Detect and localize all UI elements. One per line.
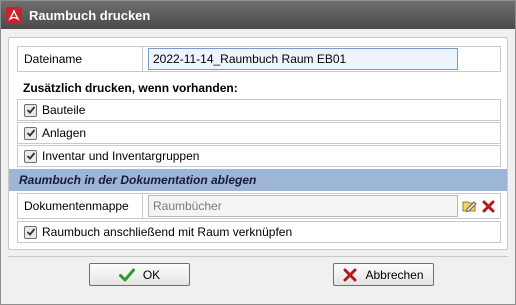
link-option-label: Raumbuch anschließend mit Raum verknüpfe… bbox=[42, 225, 293, 239]
filename-row: Dateiname 2022-11-14_Raumbuch Raum EB01 bbox=[17, 46, 501, 72]
link-option[interactable]: Raumbuch anschließend mit Raum verknüpfe… bbox=[17, 221, 501, 243]
checkmark-icon bbox=[26, 129, 35, 137]
filename-cell: 2022-11-14_Raumbuch Raum EB01 bbox=[143, 46, 501, 72]
checkbox-anlagen[interactable] bbox=[24, 126, 37, 140]
pdf-icon bbox=[6, 7, 22, 23]
documentation-section-title: Raumbuch in der Dokumentation ablegen bbox=[19, 173, 257, 187]
folder-input[interactable]: Raumbücher bbox=[148, 195, 458, 217]
option-bauteile[interactable]: Bauteile bbox=[17, 99, 501, 121]
checkmark-icon bbox=[26, 152, 35, 160]
print-dialog: Raumbuch drucken Dateiname 2022-11-14_Ra… bbox=[0, 0, 516, 305]
options-panel: Dateiname 2022-11-14_Raumbuch Raum EB01 … bbox=[8, 37, 508, 250]
option-anlagen-row: Anlagen bbox=[17, 122, 501, 144]
window-title: Raumbuch drucken bbox=[29, 7, 151, 23]
folder-row: Dokumentenmappe Raumbücher bbox=[17, 193, 501, 219]
link-option-row: Raumbuch anschließend mit Raum verknüpfe… bbox=[17, 221, 501, 243]
checkmark-icon bbox=[26, 106, 35, 114]
checkbox-bauteile[interactable] bbox=[24, 103, 37, 117]
folder-label: Dokumentenmappe bbox=[17, 193, 143, 219]
checkbox-inventar[interactable] bbox=[24, 149, 37, 163]
folder-cell: Raumbücher bbox=[143, 193, 501, 219]
extra-print-heading: Zusätzlich drucken, wenn vorhanden: bbox=[23, 81, 238, 95]
checkbox-link[interactable] bbox=[24, 225, 37, 239]
option-anlagen[interactable]: Anlagen bbox=[17, 122, 501, 144]
folder-edit-icon[interactable] bbox=[462, 199, 478, 213]
x-icon bbox=[343, 268, 357, 281]
ok-button[interactable]: OK bbox=[89, 263, 190, 286]
filename-label: Dateiname bbox=[17, 46, 143, 72]
option-inventar-label: Inventar und Inventargruppen bbox=[42, 149, 200, 163]
title-bar[interactable]: Raumbuch drucken bbox=[1, 1, 515, 29]
cancel-button[interactable]: Abbrechen bbox=[333, 263, 434, 286]
option-bauteile-row: Bauteile bbox=[17, 99, 501, 121]
check-icon bbox=[118, 268, 135, 281]
option-anlagen-label: Anlagen bbox=[42, 126, 87, 140]
option-inventar[interactable]: Inventar und Inventargruppen bbox=[17, 145, 501, 167]
filename-input[interactable]: 2022-11-14_Raumbuch Raum EB01 bbox=[148, 48, 458, 70]
option-inventar-row: Inventar und Inventargruppen bbox=[17, 145, 501, 167]
ok-label: OK bbox=[142, 267, 161, 282]
checkmark-icon bbox=[26, 228, 35, 236]
cancel-label: Abbrechen bbox=[365, 267, 424, 282]
footer-divider bbox=[8, 256, 508, 257]
documentation-section-header: Raumbuch in der Dokumentation ablegen bbox=[9, 169, 507, 191]
clear-x-icon[interactable] bbox=[482, 200, 495, 213]
option-bauteile-label: Bauteile bbox=[42, 103, 86, 117]
